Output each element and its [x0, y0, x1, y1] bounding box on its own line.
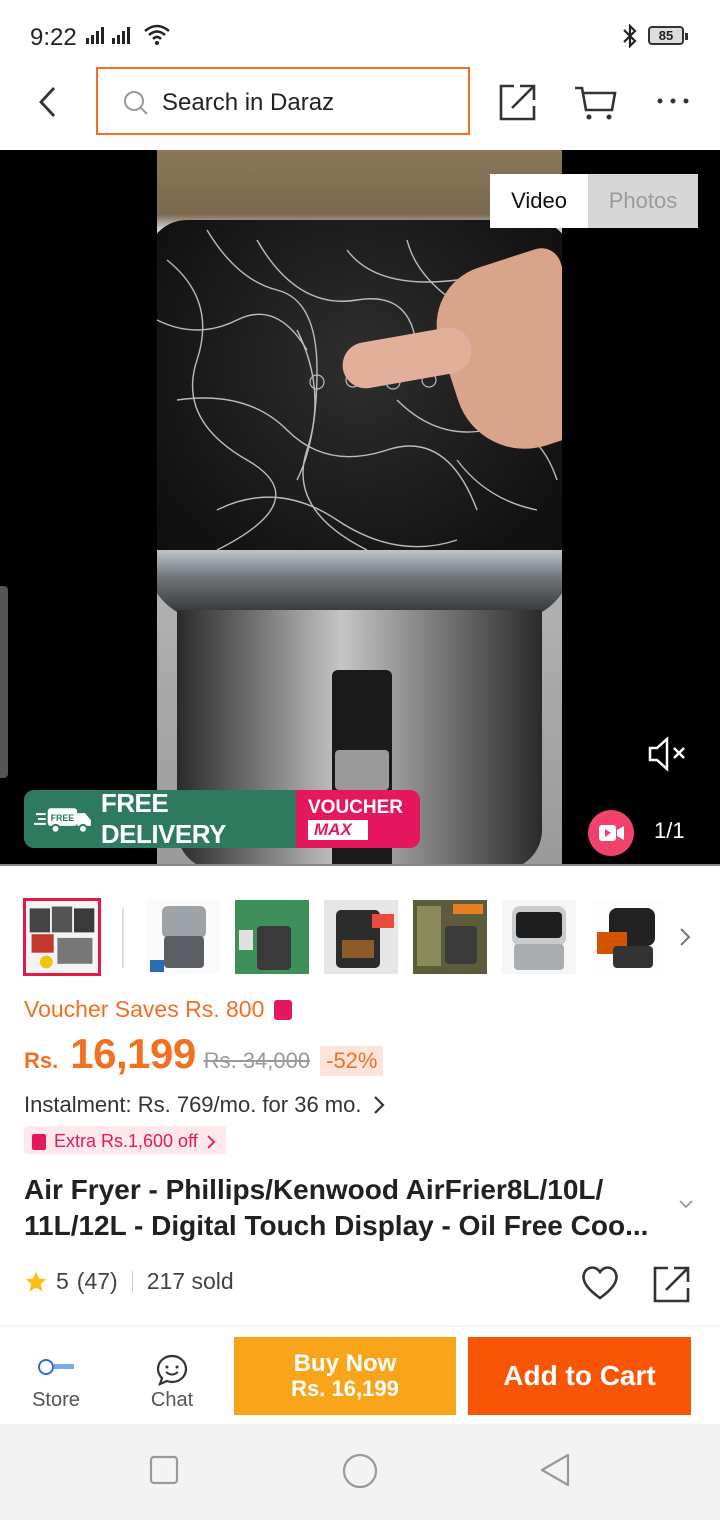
bottom-action-bar: Store Chat Buy Now Rs. 16,199 Add to Car… — [0, 1326, 720, 1422]
cart-icon[interactable] — [574, 82, 618, 122]
thumbnail-4[interactable] — [324, 900, 398, 974]
thumbnail-1[interactable] — [23, 898, 101, 976]
promo-badges: FREE FREE DELIVERY VOUCHER MAX — [24, 790, 420, 848]
product-media-viewer[interactable]: Video Photos FREE FREE DELIVERY VOUCHER … — [0, 150, 720, 866]
rating-row[interactable]: 5 (47) 217 sold — [24, 1268, 234, 1295]
add-to-cart-button[interactable]: Add to Cart — [468, 1337, 691, 1415]
delivery-truck-icon: FREE — [34, 808, 91, 834]
price-currency: Rs. — [24, 1048, 59, 1073]
store-logo — [38, 1359, 74, 1375]
wifi-icon — [144, 24, 170, 45]
top-header: Search in Daraz — [0, 66, 720, 150]
discount-badge: -52% — [320, 1046, 384, 1076]
search-input[interactable]: Search in Daraz — [96, 67, 470, 135]
free-delivery-label: FREE DELIVERY — [100, 790, 227, 848]
share-icon[interactable] — [652, 1264, 692, 1304]
mute-icon[interactable] — [646, 734, 688, 774]
chevron-down-icon[interactable] — [678, 1198, 694, 1210]
media-tabs: Video Photos — [490, 174, 698, 228]
chat-label: Chat — [150, 1389, 194, 1411]
thumbnail-3[interactable] — [235, 900, 309, 974]
chevron-right-icon[interactable] — [678, 926, 692, 948]
rating-value: 5 — [56, 1268, 69, 1294]
buy-now-button[interactable]: Buy Now Rs. 16,199 — [234, 1337, 456, 1415]
voucher-max-badge: VOUCHER MAX — [296, 790, 420, 848]
rating-count: (47) — [76, 1268, 118, 1294]
svg-text:FREE: FREE — [51, 813, 75, 823]
system-navigation-bar — [0, 1424, 720, 1520]
video-icon[interactable] — [588, 810, 634, 856]
voucher-saves[interactable]: Voucher Saves Rs. 800 — [24, 996, 293, 1023]
price-row: Rs. 16,199 Rs. 34,000 -52% — [24, 1030, 384, 1078]
home-icon[interactable] — [341, 1452, 379, 1490]
thumbnail-strip — [0, 896, 720, 980]
system-back-icon[interactable] — [538, 1452, 572, 1488]
store-button[interactable]: Store — [6, 1327, 106, 1423]
price-current: 16,199 — [70, 1030, 196, 1077]
sold-count: 217 sold — [146, 1268, 234, 1294]
status-bar: 9:22 85 — [0, 0, 720, 66]
free-delivery-badge: FREE FREE DELIVERY — [24, 790, 296, 848]
share-icon[interactable] — [498, 82, 538, 122]
side-drawer-handle[interactable] — [0, 586, 8, 778]
store-label: Store — [32, 1389, 80, 1411]
recent-apps-icon[interactable] — [148, 1454, 180, 1486]
tab-photos[interactable]: Photos — [588, 174, 698, 228]
search-icon — [124, 91, 148, 115]
chat-button[interactable]: Chat — [122, 1327, 222, 1423]
extra-off-badge[interactable]: Extra Rs.1,600 off — [24, 1126, 226, 1154]
heart-icon[interactable] — [580, 1264, 620, 1302]
voucher-tag-icon — [32, 1133, 46, 1150]
chat-icon — [156, 1354, 188, 1386]
chevron-right-icon — [374, 1096, 386, 1114]
thumbnail-6[interactable] — [502, 900, 576, 974]
search-placeholder: Search in Daraz — [162, 89, 335, 116]
more-icon[interactable] — [656, 96, 690, 106]
voucher-tag-icon — [274, 999, 293, 1020]
battery-indicator: 85 — [648, 26, 688, 45]
price-original: Rs. 34,000 — [203, 1048, 311, 1073]
instalment-link[interactable]: Instalment: Rs. 769/mo. for 36 mo. — [24, 1092, 386, 1118]
bluetooth-icon — [623, 24, 637, 48]
back-icon[interactable] — [34, 82, 64, 122]
product-title[interactable]: Air Fryer - Phillips/Kenwood AirFrier8L/… — [24, 1172, 664, 1244]
tab-video[interactable]: Video — [490, 174, 588, 228]
video-progress[interactable] — [0, 864, 720, 866]
product-video[interactable] — [157, 150, 562, 866]
thumbnail-2[interactable] — [146, 900, 220, 974]
chevron-right-icon — [207, 1134, 216, 1149]
thumbnail-5[interactable] — [413, 900, 487, 974]
signal-icon — [86, 26, 130, 44]
thumbnail-7[interactable] — [591, 900, 665, 974]
star-icon — [25, 1271, 47, 1291]
status-time: 9:22 — [30, 24, 77, 51]
media-counter: 1/1 — [654, 818, 685, 843]
